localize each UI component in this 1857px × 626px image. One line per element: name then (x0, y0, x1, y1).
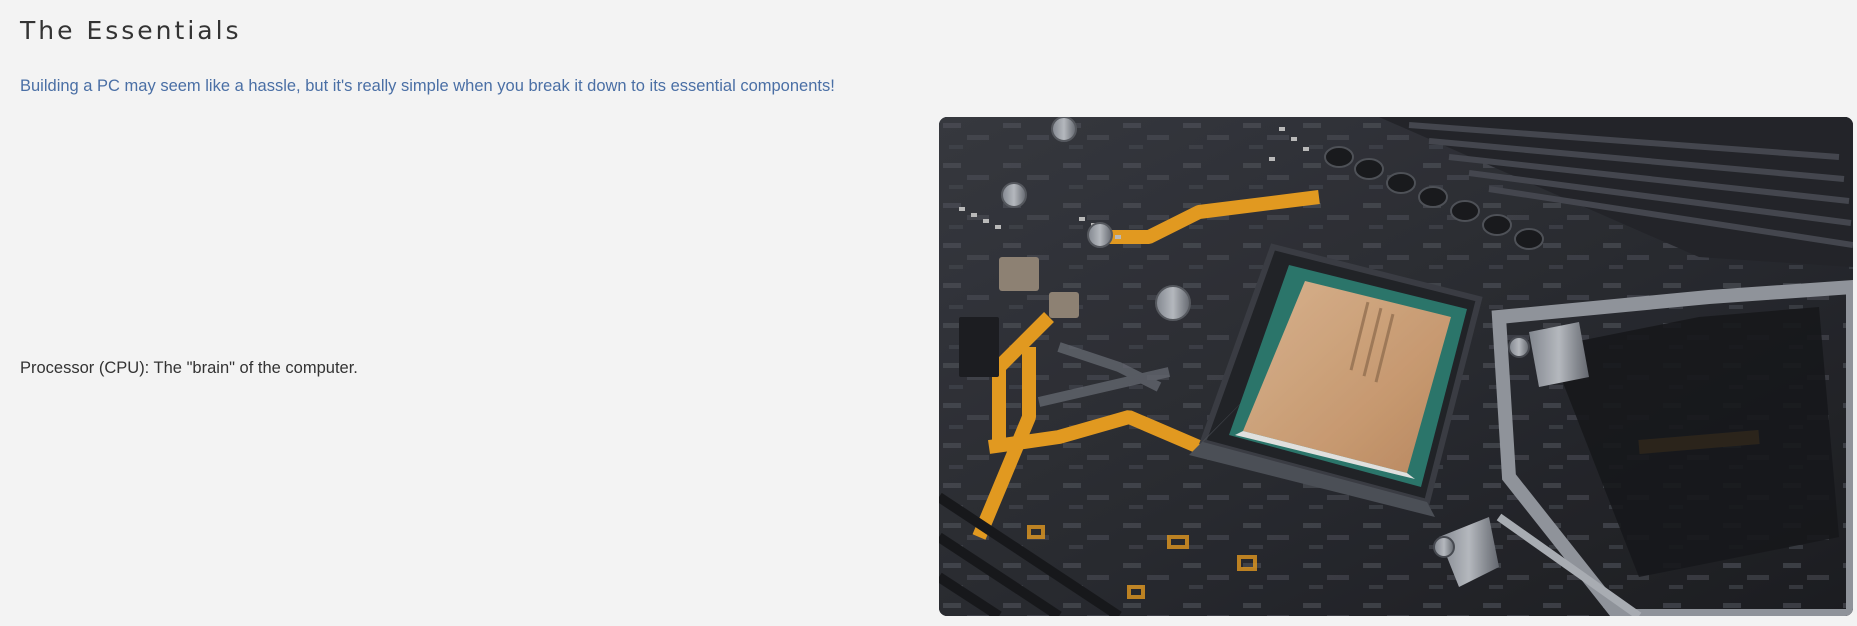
component-row-cpu: Processor (CPU): The "brain" of the comp… (0, 117, 1857, 616)
section-title: The Essentials (20, 16, 242, 45)
cpu-motherboard-photo (939, 117, 1853, 616)
component-label: Processor (CPU): The "brain" of the comp… (20, 359, 358, 377)
section-intro: Building a PC may seem like a hassle, bu… (20, 77, 835, 95)
essentials-section: The Essentials Building a PC may seem li… (0, 0, 1857, 626)
